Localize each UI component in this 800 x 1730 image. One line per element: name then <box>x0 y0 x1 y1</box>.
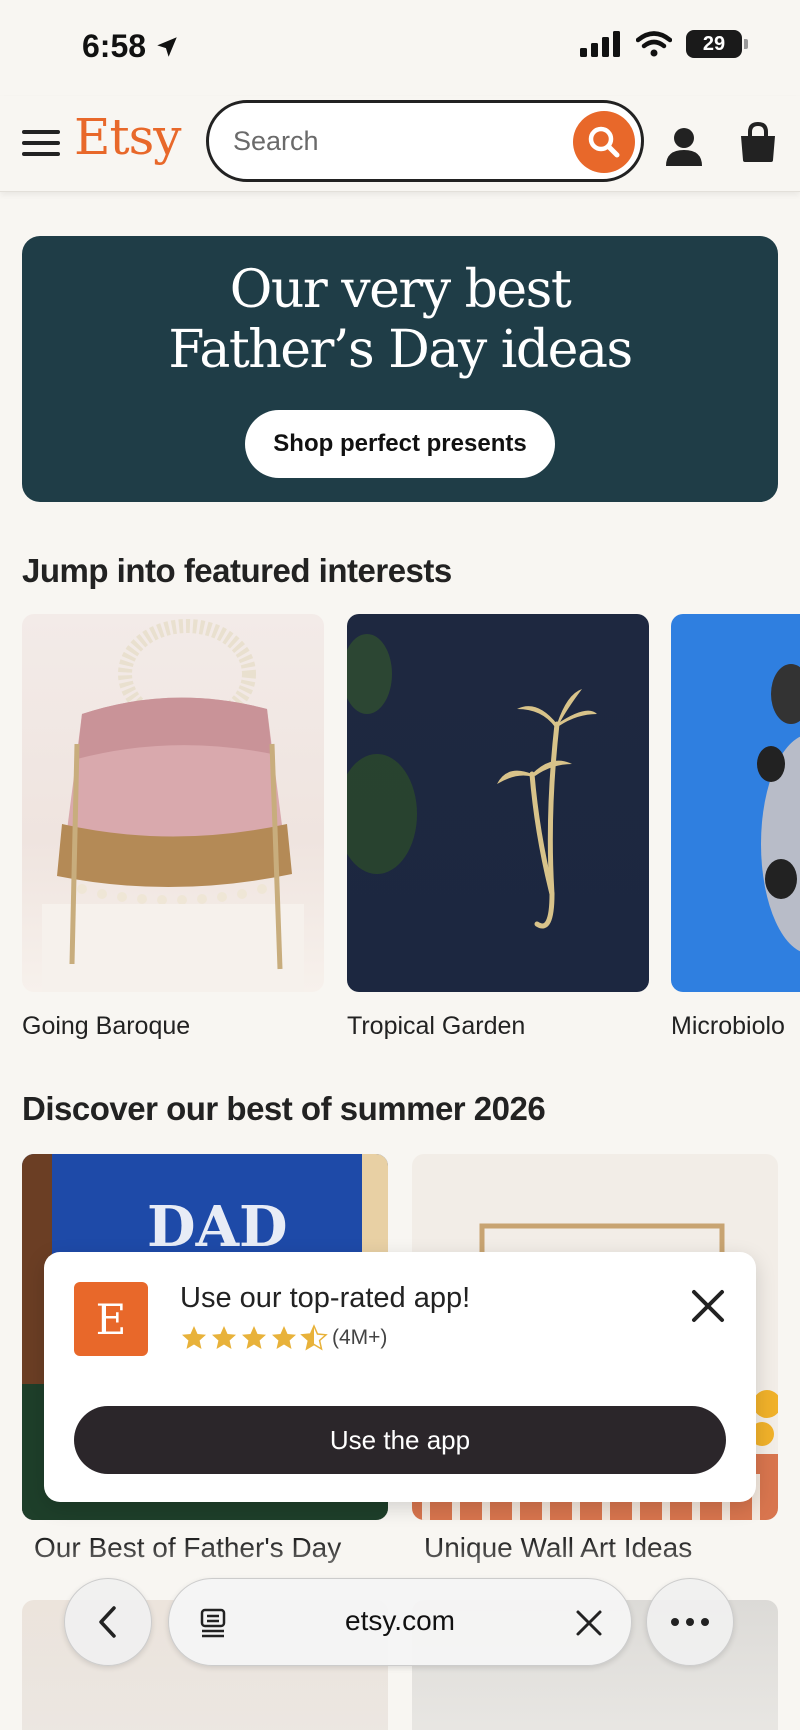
account-icon[interactable] <box>662 124 706 168</box>
interest-card-going-baroque[interactable] <box>22 614 324 992</box>
battery-indicator: 29 <box>686 30 748 58</box>
interest-label-tropical-garden[interactable]: Tropical Garden <box>347 1012 525 1041</box>
banner-title: Our very best Father’s Day ideas <box>168 260 633 380</box>
location-arrow-icon <box>157 36 177 57</box>
app-promo-popup: E Use our top-rated app! (4M+) Use the a… <box>44 1252 756 1502</box>
interest-card-microbiology[interactable] <box>671 614 800 992</box>
beaded-pouch-image <box>42 619 304 992</box>
wifi-icon <box>636 31 672 57</box>
close-tab-icon[interactable] <box>573 1607 605 1639</box>
interest-card-tropical-garden[interactable] <box>347 614 649 992</box>
app-promo-title: Use our top-rated app! <box>180 1282 471 1314</box>
etsy-app-logo: E <box>74 1282 148 1356</box>
more-options-button[interactable] <box>646 1578 734 1666</box>
crochet-toy-image <box>757 664 800 952</box>
shop-presents-button[interactable]: Shop perfect presents <box>245 410 555 478</box>
etsy-logo[interactable]: Etsy <box>74 108 181 166</box>
search-bar <box>206 100 644 182</box>
url-text[interactable]: etsy.com <box>169 1605 631 1637</box>
site-header: Etsy <box>0 96 800 192</box>
cellular-signal-icon <box>580 31 620 57</box>
app-rating: (4M+) <box>180 1324 387 1352</box>
featured-interests-heading: Jump into featured interests <box>22 552 452 589</box>
close-icon[interactable] <box>688 1286 728 1326</box>
summer-heading: Discover our best of summer 2026 <box>22 1090 546 1127</box>
search-input[interactable] <box>233 103 563 179</box>
status-bar: 6:58 29 <box>0 0 800 96</box>
chevron-left-icon <box>99 1606 116 1638</box>
interest-label-microbiology[interactable]: Microbiolo <box>671 1012 785 1041</box>
search-button[interactable] <box>573 111 635 173</box>
svg-text:DAD: DAD <box>147 1194 288 1260</box>
back-button[interactable] <box>64 1578 152 1666</box>
interest-label-going-baroque[interactable]: Going Baroque <box>22 1012 190 1041</box>
more-dots-icon <box>671 1618 709 1626</box>
search-icon <box>588 126 620 158</box>
rating-count: (4M+) <box>332 1326 388 1349</box>
hamburger-menu-icon[interactable] <box>22 124 60 162</box>
palm-tree-hook-image <box>347 634 597 929</box>
status-time: 6:58 <box>82 28 180 65</box>
shopping-bag-icon[interactable] <box>736 120 780 164</box>
fathers-day-banner: Our very best Father’s Day ideas Shop pe… <box>22 236 778 502</box>
star-rating-icon <box>182 1325 327 1350</box>
address-bar[interactable]: etsy.com <box>168 1578 632 1666</box>
use-the-app-button[interactable]: Use the app <box>74 1406 726 1474</box>
